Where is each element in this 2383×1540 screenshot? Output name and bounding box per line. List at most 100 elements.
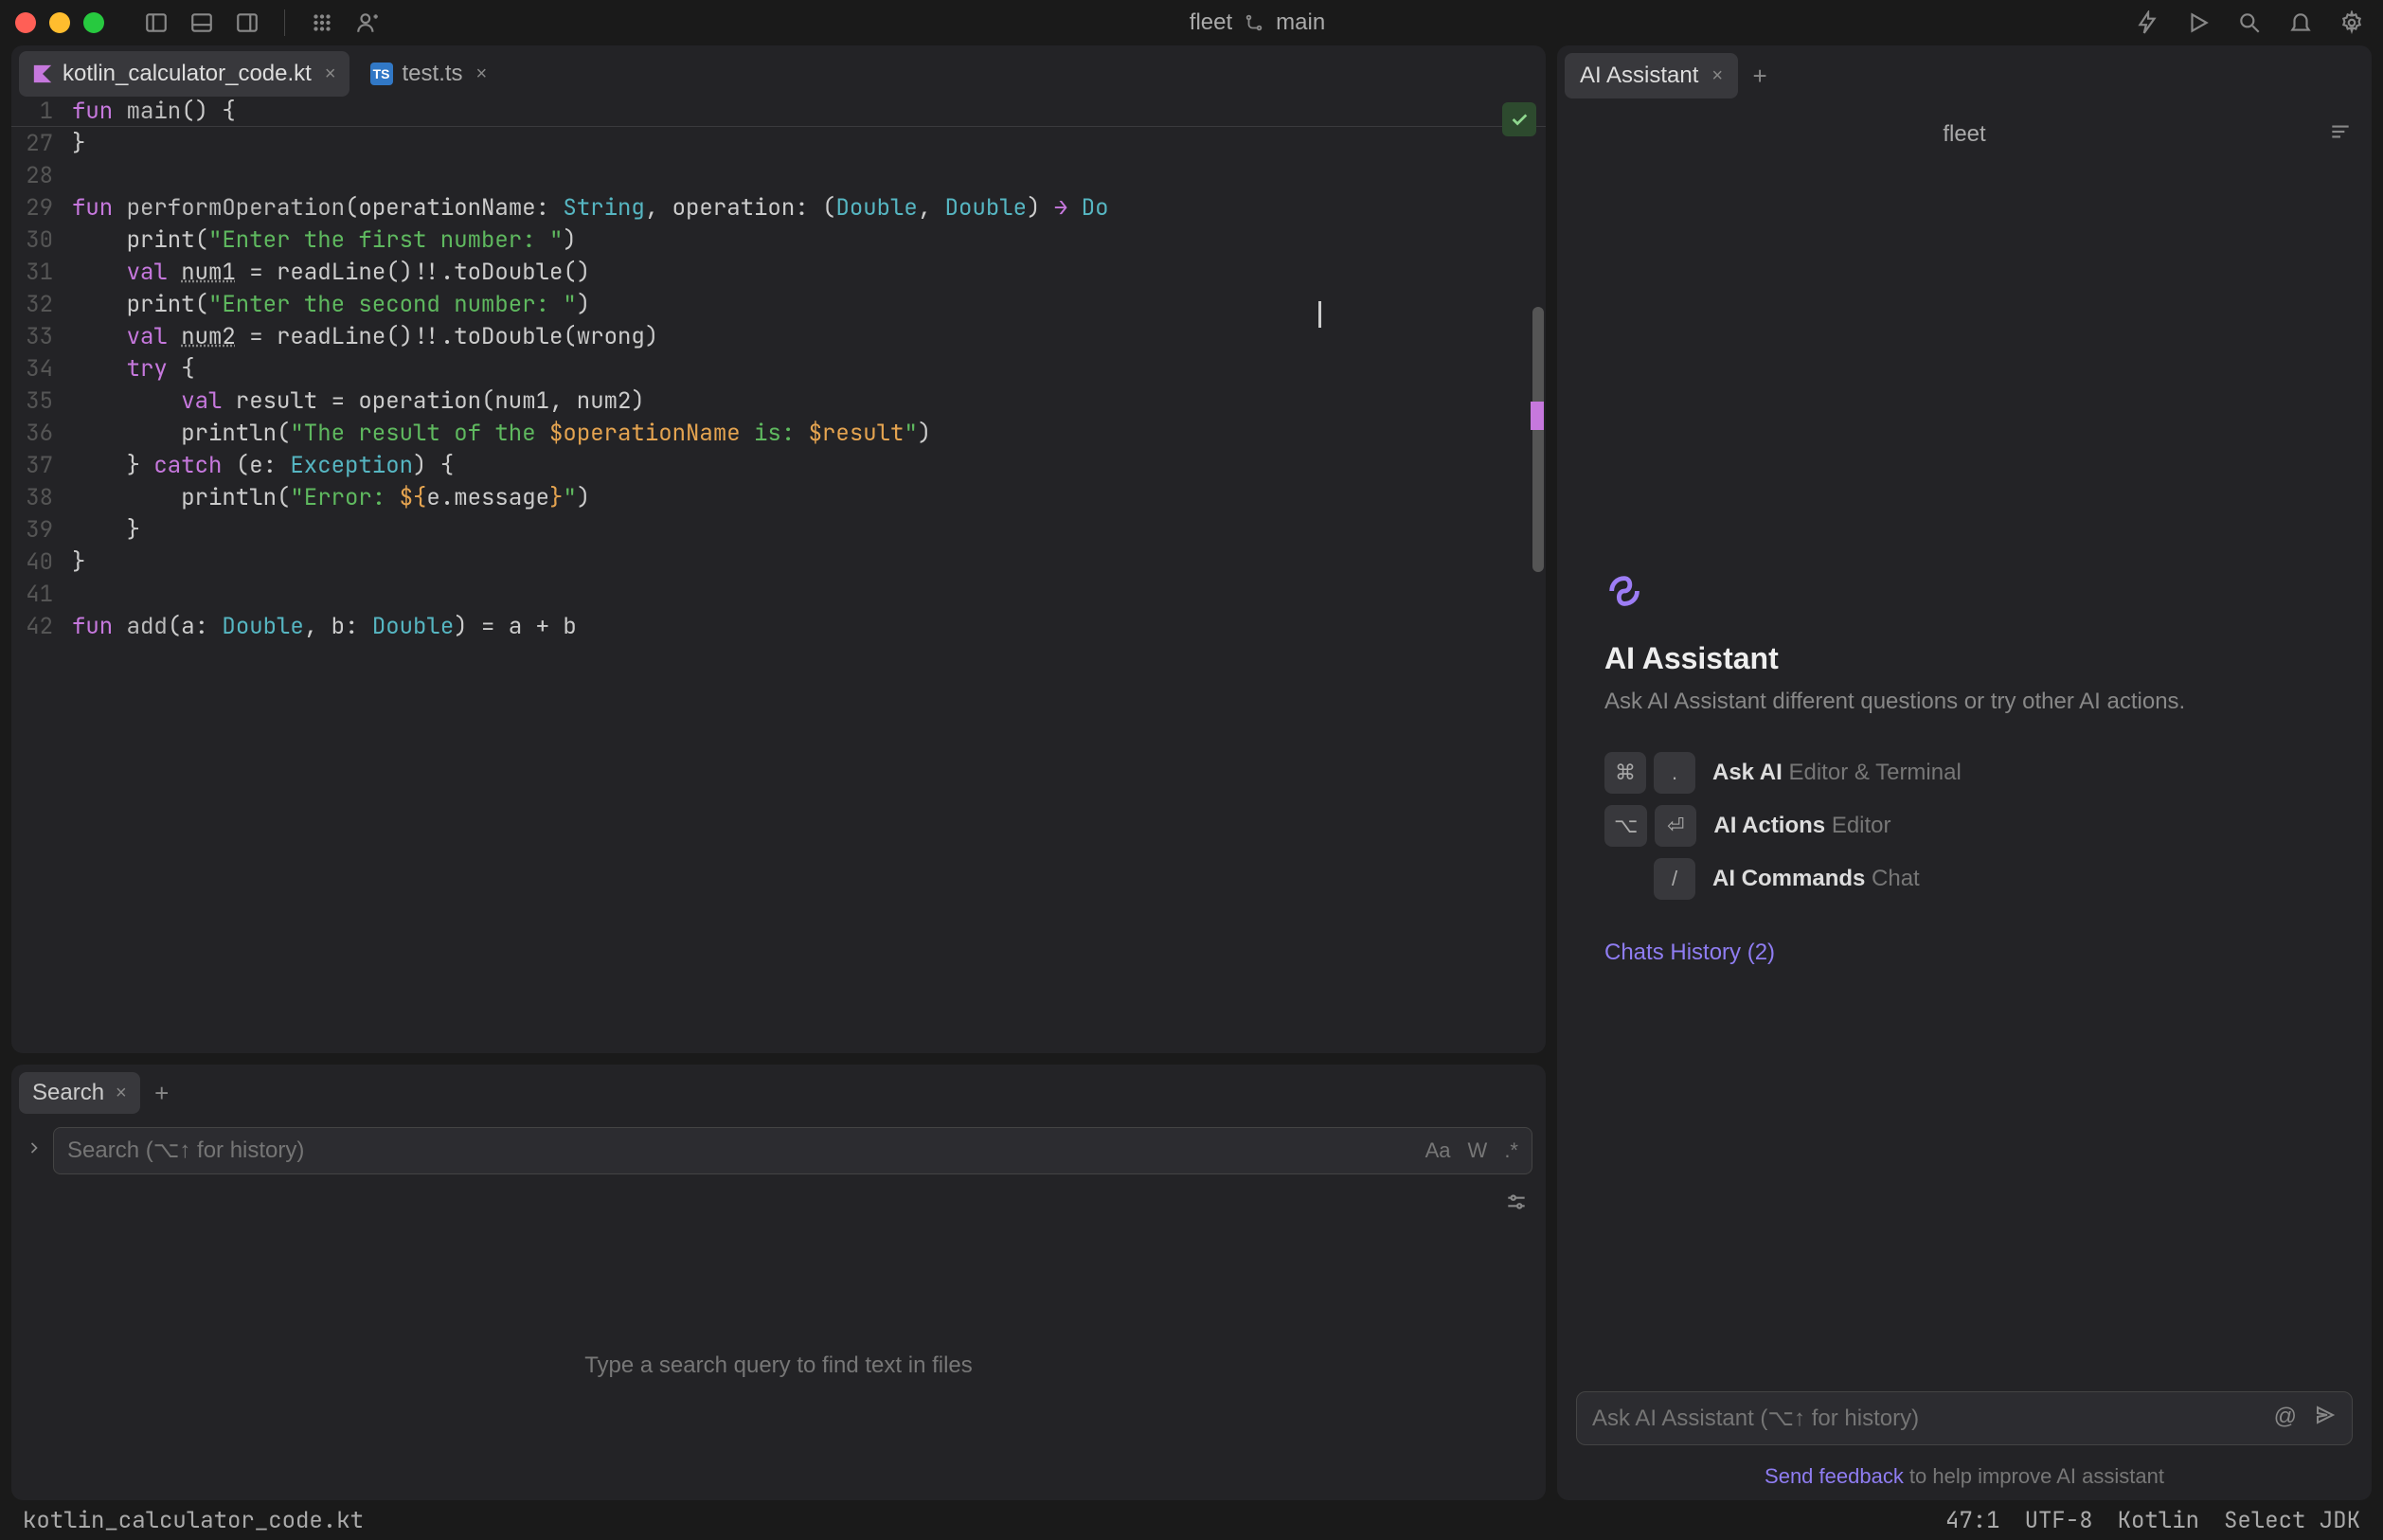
line-number: 41 bbox=[11, 580, 72, 609]
search-tab-label: Search bbox=[32, 1080, 104, 1106]
search-icon[interactable] bbox=[2233, 7, 2266, 39]
code-line[interactable]: 34 try { bbox=[11, 352, 1546, 385]
code-line[interactable]: 33 val num2 = readLine()!!.toDouble(wron… bbox=[11, 320, 1546, 352]
send-icon[interactable] bbox=[2314, 1404, 2337, 1433]
project-name: fleet bbox=[1190, 9, 1232, 36]
line-number: 35 bbox=[11, 386, 72, 416]
close-icon[interactable]: × bbox=[1711, 65, 1723, 87]
code-line[interactable]: 28 bbox=[11, 159, 1546, 191]
line-number: 29 bbox=[11, 193, 72, 223]
case-sensitive-toggle[interactable]: Aa bbox=[1425, 1138, 1451, 1163]
close-window-button[interactable] bbox=[15, 12, 36, 33]
ai-action-label: Ask AI Editor & Terminal bbox=[1712, 760, 1962, 786]
line-number: 39 bbox=[11, 515, 72, 545]
bolt-icon[interactable] bbox=[2131, 7, 2163, 39]
chevron-right-icon[interactable] bbox=[25, 1137, 44, 1164]
ai-project-name: fleet bbox=[1943, 121, 1985, 148]
minimize-window-button[interactable] bbox=[49, 12, 70, 33]
search-settings-icon[interactable] bbox=[1504, 1190, 1529, 1221]
status-language[interactable]: Kotlin bbox=[2118, 1506, 2199, 1535]
regex-toggle[interactable]: .* bbox=[1504, 1138, 1518, 1163]
line-number: 33 bbox=[11, 322, 72, 351]
code-line[interactable]: 35 val result = operation(num1, num2) bbox=[11, 385, 1546, 417]
code-line[interactable]: 42fun add(a: Double, b: Double) = a + b bbox=[11, 610, 1546, 642]
line-number: 36 bbox=[11, 419, 72, 448]
ai-action-row[interactable]: ⌘.Ask AI Editor & Terminal bbox=[1604, 752, 2324, 794]
code-text: val result = operation(num1, num2) bbox=[72, 386, 1546, 416]
search-input[interactable]: Aa W .* bbox=[53, 1127, 1532, 1174]
status-cursor-position[interactable]: 47:1 bbox=[1945, 1506, 2000, 1535]
notifications-icon[interactable] bbox=[2284, 7, 2317, 39]
key-badge: ⌘ bbox=[1604, 752, 1646, 794]
code-line[interactable]: 37 } catch (e: Exception) { bbox=[11, 449, 1546, 481]
bottom-panel-toggle-icon[interactable] bbox=[186, 7, 218, 39]
close-icon[interactable]: × bbox=[476, 63, 488, 85]
line-number: 38 bbox=[11, 483, 72, 512]
close-icon[interactable]: × bbox=[325, 63, 336, 85]
ai-action-row[interactable]: /AI Commands Chat bbox=[1604, 858, 2324, 900]
key-badge: ⌥ bbox=[1604, 805, 1647, 847]
statusbar: kotlin_calculator_code.kt 47:1 UTF-8 Kot… bbox=[0, 1500, 2383, 1540]
code-text: } catch (e: Exception) { bbox=[72, 451, 1546, 480]
code-line[interactable]: 38 println("Error: ${e.message}") bbox=[11, 481, 1546, 513]
status-encoding[interactable]: UTF-8 bbox=[2025, 1506, 2093, 1535]
search-tab[interactable]: Search × bbox=[19, 1072, 140, 1114]
search-panel: Search × + Aa W .* bbox=[11, 1065, 1546, 1500]
status-file[interactable]: kotlin_calculator_code.kt bbox=[23, 1506, 364, 1535]
code-line[interactable]: 40} bbox=[11, 546, 1546, 578]
at-icon[interactable]: @ bbox=[2274, 1404, 2297, 1433]
settings-icon[interactable] bbox=[2336, 7, 2368, 39]
code-editor[interactable]: 27}2829fun performOperation(operationNam… bbox=[11, 127, 1546, 1053]
code-line[interactable]: 31 val num1 = readLine()!!.toDouble() bbox=[11, 256, 1546, 288]
add-user-icon[interactable] bbox=[351, 7, 384, 39]
menu-icon[interactable] bbox=[2328, 119, 2353, 151]
ai-input[interactable]: @ bbox=[1576, 1391, 2353, 1445]
line-number: 40 bbox=[11, 547, 72, 577]
text-cursor bbox=[1318, 301, 1321, 328]
status-jdk[interactable]: Select JDK bbox=[2224, 1506, 2360, 1535]
line-number: 30 bbox=[11, 225, 72, 255]
ai-action-row[interactable]: ⌥⏎AI Actions Editor bbox=[1604, 805, 2324, 847]
code-line[interactable]: 39 } bbox=[11, 513, 1546, 546]
window-controls bbox=[15, 12, 104, 33]
code-line[interactable]: 32 print("Enter the second number: ") bbox=[11, 288, 1546, 320]
code-line[interactable]: 27} bbox=[11, 127, 1546, 159]
send-feedback-link[interactable]: Send feedback bbox=[1765, 1464, 1904, 1488]
code-line[interactable]: 29fun performOperation(operationName: St… bbox=[11, 191, 1546, 224]
right-panel-toggle-icon[interactable] bbox=[231, 7, 263, 39]
sticky-scroll-row[interactable]: 1 fun main() { bbox=[11, 97, 1546, 127]
editor-tab[interactable]: kotlin_calculator_code.kt× bbox=[19, 51, 349, 97]
apps-icon[interactable] bbox=[306, 7, 338, 39]
code-line[interactable]: 36 println("The result of the $operation… bbox=[11, 417, 1546, 449]
ai-assistant-panel: AI Assistant × + fleet AI Assistant Ask … bbox=[1557, 45, 2372, 1500]
editor-tab[interactable]: TStest.ts× bbox=[357, 51, 501, 97]
line-number: 27 bbox=[11, 129, 72, 158]
code-text: } bbox=[72, 129, 1546, 158]
add-tab-button[interactable]: + bbox=[1746, 62, 1774, 90]
run-icon[interactable] bbox=[2182, 7, 2214, 39]
maximize-window-button[interactable] bbox=[83, 12, 104, 33]
ai-logo-icon bbox=[1604, 569, 1648, 613]
ai-text-field[interactable] bbox=[1592, 1406, 2274, 1432]
sticky-line-number: 1 bbox=[11, 97, 72, 126]
code-line[interactable]: 41 bbox=[11, 578, 1546, 610]
ai-assistant-tab[interactable]: AI Assistant × bbox=[1565, 53, 1738, 98]
search-text-field[interactable] bbox=[67, 1137, 1425, 1164]
whole-word-toggle[interactable]: W bbox=[1468, 1138, 1488, 1163]
left-panel-toggle-icon[interactable] bbox=[140, 7, 172, 39]
ai-description: Ask AI Assistant different questions or … bbox=[1604, 686, 2324, 718]
minimap-marker bbox=[1531, 402, 1544, 430]
titlebar: fleet main bbox=[0, 0, 2383, 45]
ai-action-label: AI Actions Editor bbox=[1713, 813, 1890, 839]
code-line[interactable]: 30 print("Enter the first number: ") bbox=[11, 224, 1546, 256]
project-info[interactable]: fleet main bbox=[1190, 9, 1325, 36]
close-icon[interactable]: × bbox=[116, 1083, 127, 1104]
code-text: print("Enter the first number: ") bbox=[72, 225, 1546, 255]
editor-panel: kotlin_calculator_code.kt×TStest.ts× 1 f… bbox=[11, 45, 1546, 1053]
code-text: println("Error: ${e.message}") bbox=[72, 483, 1546, 512]
editor-tabs: kotlin_calculator_code.kt×TStest.ts× bbox=[11, 45, 1546, 97]
chats-history-link[interactable]: Chats History (2) bbox=[1604, 940, 2324, 966]
add-tab-button[interactable]: + bbox=[148, 1079, 176, 1107]
code-text: val num2 = readLine()!!.toDouble(wrong) bbox=[72, 322, 1546, 351]
editor-scrollbar[interactable] bbox=[1532, 307, 1544, 572]
